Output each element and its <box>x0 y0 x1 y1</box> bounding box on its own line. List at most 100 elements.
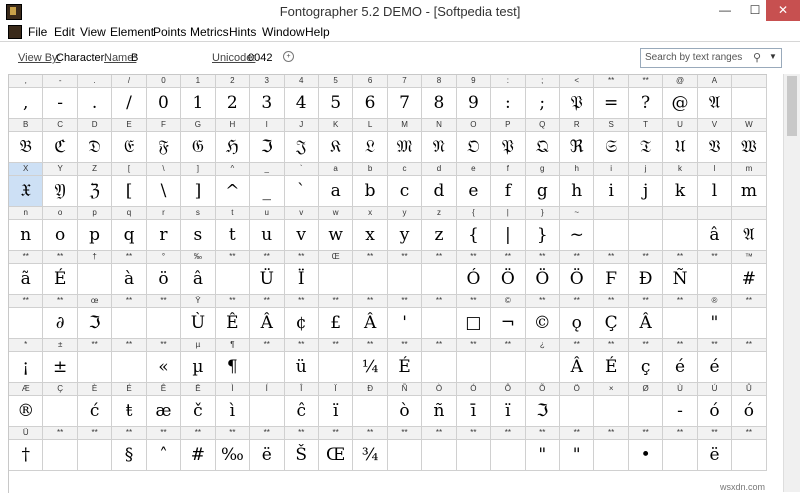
glyph-label[interactable]: ** <box>663 295 698 308</box>
glyph-label[interactable]: ** <box>112 251 147 264</box>
glyph-cell[interactable]: Â <box>560 352 595 383</box>
glyph-label[interactable]: ** <box>491 339 526 352</box>
glyph-label[interactable]: ** <box>525 295 560 308</box>
glyph-cell[interactable]: ï <box>318 396 354 427</box>
glyph-label[interactable]: 5 <box>318 75 354 88</box>
menu-metrics[interactable]: Metrics <box>190 25 229 39</box>
glyph-label[interactable]: ** <box>560 427 595 440</box>
glyph-cell[interactable]: é <box>697 352 733 383</box>
glyph-label[interactable]: W <box>732 119 767 132</box>
glyph-label[interactable]: Ü <box>9 427 44 440</box>
glyph-cell[interactable]: - <box>663 396 698 427</box>
glyph-cell[interactable]: Ö <box>491 264 526 295</box>
glyph-cell[interactable]: Â <box>628 308 664 339</box>
glyph-label[interactable]: ** <box>284 427 319 440</box>
glyph-label[interactable]: ; <box>525 75 560 88</box>
glyph-cell[interactable]: ĉ <box>284 396 319 427</box>
glyph-cell[interactable]: â <box>697 220 733 251</box>
glyph-cell[interactable]: □ <box>456 308 492 339</box>
glyph-cell[interactable]: ℑ <box>250 132 285 163</box>
glyph-label[interactable]: ** <box>387 427 423 440</box>
glyph-cell[interactable]: j <box>628 176 664 207</box>
glyph-label[interactable]: 0 <box>146 75 182 88</box>
scrollbar-thumb[interactable] <box>787 76 797 136</box>
glyph-cell[interactable] <box>663 308 698 339</box>
glyph-label[interactable]: † <box>77 251 113 264</box>
glyph-label[interactable]: Ð <box>353 383 388 396</box>
glyph-label[interactable]: @ <box>663 75 698 88</box>
glyph-cell[interactable] <box>318 352 354 383</box>
glyph-label[interactable]: ** <box>9 295 44 308</box>
glyph-cell[interactable]: Œ <box>318 440 354 471</box>
glyph-cell[interactable]: ó <box>732 396 767 427</box>
glyph-cell[interactable]: i <box>594 176 629 207</box>
glyph-cell[interactable]: a <box>318 176 354 207</box>
glyph-cell[interactable]: â <box>181 264 216 295</box>
glyph-cell[interactable]: £ <box>318 308 354 339</box>
glyph-cell[interactable]: f <box>491 176 526 207</box>
glyph-label[interactable]: ** <box>628 251 664 264</box>
glyph-cell[interactable] <box>560 396 595 427</box>
glyph-label[interactable]: ** <box>456 251 492 264</box>
glyph-cell[interactable]: ¼ <box>353 352 388 383</box>
glyph-cell[interactable]: v <box>284 220 319 251</box>
glyph-label[interactable]: j <box>628 163 664 176</box>
glyph-cell[interactable] <box>732 308 767 339</box>
glyph-cell[interactable] <box>43 440 78 471</box>
glyph-cell[interactable] <box>387 440 423 471</box>
glyph-cell[interactable]: ℑ <box>77 308 113 339</box>
glyph-cell[interactable]: ] <box>181 176 216 207</box>
glyph-cell[interactable] <box>250 352 285 383</box>
glyph-label[interactable]: M <box>387 119 423 132</box>
glyph-label[interactable]: ` <box>284 163 319 176</box>
glyph-label[interactable]: ** <box>387 339 423 352</box>
glyph-label[interactable]: ¶ <box>215 339 251 352</box>
glyph-label[interactable]: ** <box>456 427 492 440</box>
glyph-label[interactable]: P <box>491 119 526 132</box>
glyph-cell[interactable]: 𝔗 <box>628 132 664 163</box>
glyph-label[interactable]: ** <box>112 295 147 308</box>
glyph-cell[interactable]: q <box>112 220 147 251</box>
glyph-label[interactable]: ** <box>215 295 251 308</box>
glyph-label[interactable]: ** <box>112 339 147 352</box>
glyph-label[interactable]: ** <box>663 251 698 264</box>
glyph-cell[interactable]: 𝔓 <box>560 88 595 119</box>
glyph-cell[interactable]: Ù <box>181 308 216 339</box>
glyph-cell[interactable]: ò <box>387 396 423 427</box>
glyph-label[interactable]: 6 <box>353 75 388 88</box>
glyph-label[interactable]: ‰ <box>181 251 216 264</box>
glyph-label[interactable]: ** <box>560 295 595 308</box>
glyph-cell[interactable]: 𝔄 <box>732 220 767 251</box>
glyph-cell[interactable]: ¶ <box>215 352 251 383</box>
glyph-label[interactable]: l <box>697 163 733 176</box>
glyph-cell[interactable] <box>491 440 526 471</box>
glyph-cell[interactable]: Ó <box>456 264 492 295</box>
glyph-label[interactable]: Ÿ <box>181 295 216 308</box>
glyph-cell[interactable]: 𝔖 <box>594 132 629 163</box>
glyph-label[interactable] <box>732 207 767 220</box>
glyph-cell[interactable]: ¾ <box>353 440 388 471</box>
menu-points[interactable]: Points <box>153 25 186 39</box>
glyph-label[interactable]: Î <box>284 383 319 396</box>
glyph-label[interactable]: D <box>77 119 113 132</box>
glyph-cell[interactable]: ǫ <box>560 308 595 339</box>
glyph-cell[interactable] <box>9 308 44 339</box>
glyph-cell[interactable] <box>112 308 147 339</box>
glyph-label[interactable]: ** <box>318 295 354 308</box>
glyph-label[interactable]: \ <box>146 163 182 176</box>
glyph-cell[interactable]: Ö <box>525 264 560 295</box>
glyph-label[interactable]: G <box>181 119 216 132</box>
glyph-label[interactable]: 7 <box>387 75 423 88</box>
glyph-cell[interactable]: 𝔊 <box>181 132 216 163</box>
glyph-cell[interactable]: @ <box>663 88 698 119</box>
name-value[interactable]: B <box>131 52 138 64</box>
glyph-cell[interactable] <box>215 264 251 295</box>
glyph-cell[interactable]: ; <box>525 88 560 119</box>
glyph-cell[interactable]: 𝔅 <box>9 132 44 163</box>
glyph-cell[interactable] <box>732 440 767 471</box>
glyph-label[interactable]: ** <box>250 339 285 352</box>
glyph-label[interactable]: ** <box>318 339 354 352</box>
glyph-cell[interactable]: 𝔇 <box>77 132 113 163</box>
glyph-cell[interactable]: o <box>43 220 78 251</box>
glyph-cell[interactable]: 4 <box>284 88 319 119</box>
